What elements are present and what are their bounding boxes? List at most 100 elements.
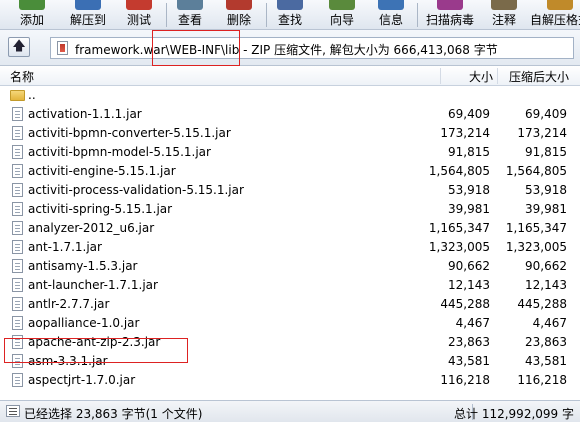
file-icon bbox=[12, 373, 23, 387]
status-bar: 已经选择 23,863 字节(1 个文件) 总计 112,992,099 字 bbox=[0, 400, 580, 422]
comment-button[interactable]: 注释 bbox=[484, 0, 524, 30]
toolbar-separator bbox=[417, 3, 418, 27]
file-size: 12,143 bbox=[448, 278, 490, 292]
sfx-icon bbox=[547, 0, 573, 10]
file-packed-size: 90,662 bbox=[525, 259, 567, 273]
file-row[interactable]: antlr-2.7.7.jar 445,288 445,288 bbox=[0, 295, 580, 314]
status-selected-text: 已经选择 23,863 字节(1 个文件) bbox=[24, 407, 203, 421]
column-divider[interactable] bbox=[497, 68, 498, 84]
column-header-size[interactable]: 大小 bbox=[469, 68, 493, 85]
file-packed-size: 53,918 bbox=[525, 183, 567, 197]
parent-folder-row[interactable]: .. bbox=[0, 86, 580, 105]
file-icon bbox=[12, 259, 23, 273]
file-size: 1,165,347 bbox=[428, 221, 490, 235]
wizard-icon bbox=[329, 0, 355, 10]
file-name: asm-3.3.1.jar bbox=[28, 354, 108, 368]
file-name: aspectjrt-1.7.0.jar bbox=[28, 373, 136, 387]
file-packed-size: 43,581 bbox=[525, 354, 567, 368]
file-icon bbox=[12, 107, 23, 121]
file-icon bbox=[12, 145, 23, 159]
file-name: antlr-2.7.7.jar bbox=[28, 297, 110, 311]
wizard-button[interactable]: 向导 bbox=[322, 0, 362, 30]
info-button[interactable]: 信息 bbox=[371, 0, 411, 30]
test-label: 测试 bbox=[126, 13, 151, 27]
folder-icon bbox=[10, 90, 25, 101]
path-field[interactable]: framework.war\WEB-INF\lib - ZIP 压缩文件, 解包… bbox=[50, 37, 574, 59]
file-row[interactable]: activiti-spring-5.15.1.jar 39,981 39,981 bbox=[0, 200, 580, 219]
file-row[interactable]: aspectjrt-1.7.0.jar 116,218 116,218 bbox=[0, 371, 580, 390]
find-label: 查找 bbox=[277, 13, 302, 27]
virus-scan-button[interactable]: 扫描病毒 bbox=[421, 0, 479, 30]
file-size: 39,981 bbox=[448, 202, 490, 216]
file-name: activiti-bpmn-converter-5.15.1.jar bbox=[28, 126, 231, 140]
zip-archive-icon bbox=[57, 41, 68, 55]
comment-label: 注释 bbox=[491, 13, 516, 27]
file-row[interactable]: activiti-engine-5.15.1.jar 1,564,805 1,564… bbox=[0, 162, 580, 181]
column-header-name[interactable]: 名称 bbox=[10, 68, 34, 85]
file-packed-size: 91,815 bbox=[525, 145, 567, 159]
file-name: aopalliance-1.0.jar bbox=[28, 316, 140, 330]
file-name: activiti-process-validation-5.15.1.jar bbox=[28, 183, 244, 197]
file-size: 4,467 bbox=[455, 316, 490, 330]
file-icon bbox=[12, 202, 23, 216]
file-icon bbox=[12, 164, 23, 178]
info-icon bbox=[378, 0, 404, 10]
column-header-packed-size[interactable]: 压缩后大小 bbox=[509, 68, 569, 85]
file-icon bbox=[12, 221, 23, 235]
view-button[interactable]: 查看 bbox=[170, 0, 210, 30]
file-packed-size: 4,467 bbox=[532, 316, 567, 330]
file-list: .. activation-1.1.1.jar 69,409 69,409 activi… bbox=[0, 86, 580, 398]
file-row[interactable]: aopalliance-1.0.jar 4,467 4,467 bbox=[0, 314, 580, 333]
add-icon bbox=[19, 0, 45, 10]
comment-icon bbox=[491, 0, 517, 10]
address-bar: 🡅 framework.war\WEB-INF\lib - ZIP 压缩文件, … bbox=[0, 30, 580, 66]
toolbar-separator bbox=[166, 3, 167, 27]
add-button[interactable]: 添加 bbox=[12, 0, 52, 30]
find-button[interactable]: 查找 bbox=[270, 0, 310, 30]
file-packed-size: 23,863 bbox=[525, 335, 567, 349]
delete-button[interactable]: 删除 bbox=[219, 0, 259, 30]
file-row[interactable]: asm-3.3.1.jar 43,581 43,581 bbox=[0, 352, 580, 371]
file-size: 116,218 bbox=[440, 373, 490, 387]
extract-icon bbox=[75, 0, 101, 10]
file-name: activiti-engine-5.15.1.jar bbox=[28, 164, 176, 178]
view-icon bbox=[177, 0, 203, 10]
virus-scan-label: 扫描病毒 bbox=[425, 13, 474, 27]
extract-to-button[interactable]: 解压到 bbox=[60, 0, 116, 30]
wizard-label: 向导 bbox=[329, 13, 354, 27]
file-packed-size: 445,288 bbox=[517, 297, 567, 311]
test-button[interactable]: 测试 bbox=[119, 0, 159, 30]
file-size: 91,815 bbox=[448, 145, 490, 159]
file-row[interactable]: antisamy-1.5.3.jar 90,662 90,662 bbox=[0, 257, 580, 276]
up-folder-button[interactable]: 🡅 bbox=[8, 37, 30, 57]
file-name: activiti-bpmn-model-5.15.1.jar bbox=[28, 145, 211, 159]
view-label: 查看 bbox=[177, 13, 202, 27]
file-row[interactable]: activation-1.1.1.jar 69,409 69,409 bbox=[0, 105, 580, 124]
add-label: 添加 bbox=[19, 13, 44, 27]
file-size: 23,863 bbox=[448, 335, 490, 349]
file-row[interactable]: activiti-process-validation-5.15.1.jar 53… bbox=[0, 181, 580, 200]
file-icon bbox=[12, 335, 23, 349]
file-row[interactable]: analyzer-2012_u6.jar 1,165,347 1,165,347 bbox=[0, 219, 580, 238]
file-row[interactable]: ant-1.7.1.jar 1,323,005 1,323,005 bbox=[0, 238, 580, 257]
file-row[interactable]: ant-launcher-1.7.1.jar 12,143 12,143 bbox=[0, 276, 580, 295]
path-text: framework.war\WEB-INF\lib - ZIP 压缩文件, 解包… bbox=[75, 43, 498, 57]
file-icon bbox=[12, 126, 23, 140]
file-row[interactable]: activiti-bpmn-converter-5.15.1.jar 173,21… bbox=[0, 124, 580, 143]
toolbar-separator bbox=[266, 3, 267, 27]
file-row[interactable]: apache-ant-zip-2.3.jar 23,863 23,863 bbox=[0, 333, 580, 352]
list-header: 名称 大小 压缩后大小 bbox=[0, 66, 580, 86]
column-divider[interactable] bbox=[440, 68, 441, 84]
find-icon bbox=[277, 0, 303, 10]
virus-scan-icon bbox=[437, 0, 463, 10]
toolbar: 添加 解压到 测试 查看 删除 查找 向导 信息 扫描病毒 注释 自解压格式 bbox=[0, 0, 580, 30]
file-name: ant-launcher-1.7.1.jar bbox=[28, 278, 158, 292]
arrow-up-icon: 🡅 bbox=[12, 39, 26, 54]
file-size: 43,581 bbox=[448, 354, 490, 368]
file-size: 1,323,005 bbox=[428, 240, 490, 254]
sfx-button[interactable]: 自解压格式 bbox=[526, 0, 580, 30]
file-row[interactable]: activiti-bpmn-model-5.15.1.jar 91,815 91,8… bbox=[0, 143, 580, 162]
file-packed-size: 1,564,805 bbox=[505, 164, 567, 178]
file-name: antisamy-1.5.3.jar bbox=[28, 259, 138, 273]
file-icon bbox=[12, 316, 23, 330]
